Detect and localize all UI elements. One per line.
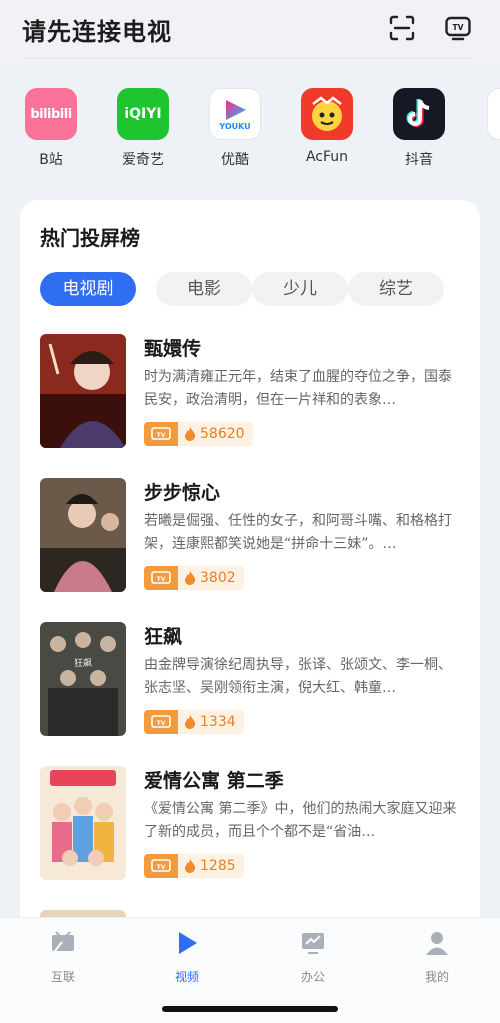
cast-count-badge: TV 3802 bbox=[144, 566, 244, 590]
poster-image: 狂飙 bbox=[40, 622, 126, 736]
nav-label: 视频 bbox=[174, 970, 199, 984]
presentation-icon bbox=[302, 933, 324, 954]
item-description: 由金牌导演徐纪周执导，张译、张颂文、李一桐、张志坚、吴刚领衔主演，倪大红、韩童… bbox=[144, 657, 452, 696]
partial-app-icon bbox=[487, 88, 500, 140]
play-icon bbox=[179, 932, 197, 954]
tab-movie[interactable]: 电影 bbox=[156, 272, 252, 306]
item-title: 步步惊心 bbox=[144, 482, 221, 504]
flame-icon bbox=[185, 571, 196, 585]
top-bar: 请先连接电视 TV bbox=[0, 0, 500, 64]
flame-icon bbox=[185, 427, 196, 441]
cast-count-badge: TV 1334 bbox=[144, 710, 244, 734]
svg-text:狂飙: 狂飙 bbox=[74, 657, 92, 669]
acfun-icon bbox=[301, 88, 353, 140]
item-description: 《爱情公寓 第二季》中，他们的热闹大家庭又迎来了新的成员，而且个个都不是“省油… bbox=[144, 801, 457, 840]
svg-text:TV: TV bbox=[157, 576, 166, 583]
app-partial[interactable] bbox=[478, 88, 500, 140]
youku-icon: YOUKU bbox=[209, 88, 261, 140]
tab-tv-drama[interactable]: 电视剧 bbox=[40, 272, 136, 306]
poster-image bbox=[40, 478, 126, 592]
section-title: 热门投屏榜 bbox=[40, 226, 140, 250]
poster-image bbox=[40, 334, 126, 448]
app-acfun[interactable]: AcFun bbox=[292, 88, 362, 165]
tv-icon: TV bbox=[144, 854, 178, 878]
app-label: 优酷 bbox=[221, 152, 249, 168]
svg-text:TV: TV bbox=[453, 23, 464, 32]
poster-image bbox=[40, 766, 126, 880]
app-douyin[interactable]: 抖音 bbox=[384, 88, 454, 169]
page-title: 请先连接电视 bbox=[22, 18, 172, 46]
app-shortcut-row: bilibili B站 iQIYI 爱奇艺 YOUKU 优酷 AcFun 抖音 bbox=[0, 88, 500, 180]
list-item[interactable]: 爱情公寓 第二季 《爱情公寓 第二季》中，他们的热闹大家庭又迎来了新的成员，而且… bbox=[40, 766, 464, 880]
nav-label: 我的 bbox=[424, 970, 449, 984]
home-indicator bbox=[162, 1006, 338, 1012]
app-label: 爱奇艺 bbox=[122, 152, 164, 168]
douyin-icon bbox=[393, 88, 445, 140]
nav-item-video[interactable]: 视频 bbox=[152, 930, 222, 985]
app-label: B站 bbox=[39, 152, 63, 168]
bilibili-icon: bilibili bbox=[25, 88, 77, 140]
iqiyi-icon: iQIYI bbox=[117, 88, 169, 140]
user-icon bbox=[426, 932, 448, 955]
list-item[interactable]: 步步惊心 若曦是倔强、任性的女子，和阿哥斗嘴、和格格打架，连康熙都笑说她是“拼命… bbox=[40, 478, 464, 592]
cast-count-badge: TV 1285 bbox=[144, 854, 244, 878]
tab-variety[interactable]: 综艺 bbox=[348, 272, 444, 306]
app-bilibili[interactable]: bilibili B站 bbox=[16, 88, 86, 169]
flame-icon bbox=[185, 859, 196, 873]
app-youku[interactable]: YOUKU 优酷 bbox=[200, 88, 270, 169]
tv-icon[interactable]: TV bbox=[444, 14, 472, 42]
tv-icon: TV bbox=[144, 422, 178, 446]
cast-count: 1285 bbox=[200, 858, 236, 874]
item-title: 爱情公寓 第二季 bbox=[144, 770, 284, 792]
tv-icon: TV bbox=[144, 710, 178, 734]
app-iqiyi[interactable]: iQIYI 爱奇艺 bbox=[108, 88, 178, 169]
cast-count: 1334 bbox=[200, 714, 236, 730]
svg-text:TV: TV bbox=[157, 864, 166, 871]
list-item[interactable]: 甄嬛传 时为满清雍正元年，结束了血腥的夺位之争，国泰民安，政治清明，但在一片祥和… bbox=[40, 334, 464, 448]
nav-label: 办公 bbox=[300, 970, 325, 984]
app-label: 抖音 bbox=[405, 152, 433, 168]
flame-icon bbox=[185, 715, 196, 729]
nav-item-office[interactable]: 办公 bbox=[278, 930, 348, 985]
item-description: 若曦是倔强、任性的女子，和阿哥斗嘴、和格格打架，连康熙都笑说她是“拼命十三妹”。… bbox=[144, 513, 452, 552]
tab-kids[interactable]: 少儿 bbox=[252, 272, 348, 306]
scan-icon[interactable] bbox=[388, 14, 416, 42]
cast-count: 3802 bbox=[200, 570, 236, 586]
app-label: AcFun bbox=[305, 149, 349, 165]
item-title: 甄嬛传 bbox=[144, 338, 202, 360]
header-divider bbox=[22, 58, 472, 59]
cast-count: 58620 bbox=[200, 426, 245, 442]
cast-icon bbox=[52, 931, 74, 952]
tv-icon: TV bbox=[144, 566, 178, 590]
hot-cast-card: 热门投屏榜 电视剧 电影 少儿 综艺 甄嬛传 时为满清雍正元年，结束了血腥的夺位… bbox=[20, 200, 480, 960]
item-description: 时为满清雍正元年，结束了血腥的夺位之争，国泰民安，政治清明，但在一片祥和的表象… bbox=[144, 369, 452, 408]
nav-item-hulian[interactable]: 互联 bbox=[28, 930, 98, 985]
list-item[interactable]: 狂飙 狂飙 由金牌导演徐纪周执导，张译、张颂文、李一桐、张志坚、吴刚领衔主演，倪… bbox=[40, 622, 464, 736]
nav-label: 互联 bbox=[50, 970, 75, 984]
nav-item-me[interactable]: 我的 bbox=[402, 930, 472, 985]
svg-text:TV: TV bbox=[157, 720, 166, 727]
svg-text:TV: TV bbox=[157, 432, 166, 439]
item-title: 狂飙 bbox=[144, 626, 183, 648]
cast-count-badge: TV 58620 bbox=[144, 422, 253, 446]
